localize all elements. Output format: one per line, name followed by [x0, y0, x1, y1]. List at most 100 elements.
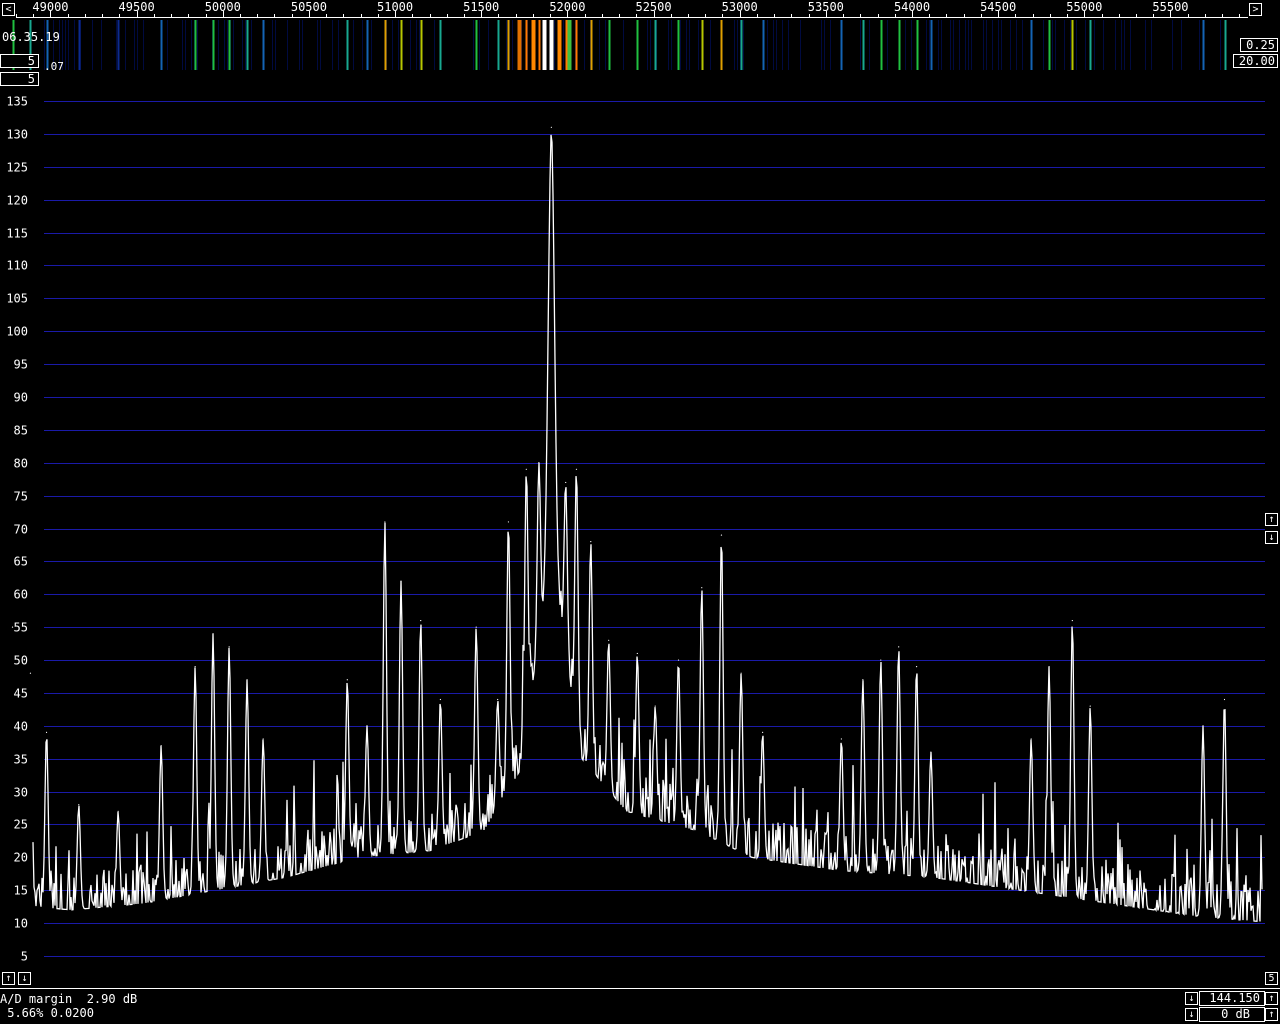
ruler-tick-label: 51500 [463, 0, 499, 14]
db-up-button[interactable]: ↑ [1265, 1008, 1278, 1021]
spectrum-chart[interactable]: 5 10 15 20 25 30 35 40 45 50 55 60 65 70 75 80 85 90 95 100… [0, 86, 1280, 986]
ruler-tick-label: 49500 [119, 0, 155, 14]
y-tick-label: 90 [14, 391, 28, 405]
y-tick-label: 110 [6, 259, 28, 273]
spectrum-peak [538, 462, 540, 464]
y-tick-label: 50 [14, 654, 28, 668]
y-tick-label: 80 [14, 457, 28, 471]
spectrum-peak [590, 541, 592, 543]
y-tick-label: 30 [14, 786, 28, 800]
ruler-tick-label: 54500 [980, 0, 1016, 14]
spectrum-peak [29, 672, 32, 674]
spectrum-peak [400, 580, 402, 582]
status-second-line: 5.66% 0.0200 [0, 1006, 94, 1020]
spectrum-peak [701, 587, 703, 589]
spectrum-peak [497, 698, 499, 701]
spectrum-peak [194, 666, 196, 668]
spectrum-peak [45, 731, 48, 733]
y-tick-label: 100 [6, 325, 28, 339]
zoom-up-button[interactable]: ↑ [1265, 513, 1278, 526]
spectrum-peak [840, 738, 842, 740]
spectrum-peak [246, 679, 248, 681]
y-tick-label: 120 [6, 194, 28, 208]
y-tick-label: 95 [14, 358, 28, 372]
spectrum-peak [575, 468, 578, 470]
spectrum-peak [1089, 705, 1091, 707]
spectrum-peak [212, 633, 214, 635]
spectrum-peak [525, 468, 527, 470]
y-tick-label: 105 [6, 292, 28, 306]
y-tick-label: 135 [6, 95, 28, 109]
spectrum-peak [740, 672, 742, 674]
spectrum-peak [1048, 666, 1050, 668]
average-count-field[interactable]: 5 [0, 54, 39, 68]
spectrum-peak [898, 646, 900, 648]
freq-down-button[interactable]: ↓ [1185, 992, 1198, 1005]
spectrum-peak [366, 725, 368, 727]
y-tick-label: 75 [14, 490, 28, 504]
y-tick-label: 5 [21, 950, 28, 964]
spectrum-peak [565, 481, 567, 484]
spectrum-peak [720, 534, 723, 536]
y-tick-label: 130 [6, 128, 28, 142]
spectrum-peak [160, 744, 162, 747]
y-tick-label: 65 [14, 555, 28, 569]
ruler-tick-label: 50000 [205, 0, 241, 14]
spectrum-peak [762, 731, 764, 733]
waterfall-gain-field[interactable]: 0.25 [1240, 38, 1278, 52]
ruler-tick-label: 53500 [808, 0, 844, 14]
ruler-tick-label: 52500 [635, 0, 671, 14]
spectrum-peak [262, 738, 264, 740]
spectrum-peak [507, 521, 510, 523]
frequency-ruler[interactable]: 49000 49500 50000 50500 51000 51500 52000 52500… [16, 0, 1248, 18]
level-up-button[interactable]: ↑ [2, 972, 15, 985]
waterfall-range-field[interactable]: 20.00 [1233, 54, 1278, 68]
spectrum-peak [930, 751, 932, 753]
spectrum-peak [346, 679, 348, 681]
spectrum-peak [384, 521, 386, 523]
y-tick-label: 85 [14, 424, 28, 438]
spectrum-peak [475, 626, 477, 628]
db-field[interactable]: 0 dB [1199, 1007, 1265, 1022]
frequency-field[interactable]: 144.150 [1199, 991, 1265, 1006]
spectrum-peak [1030, 738, 1032, 740]
spectrum-peak [550, 126, 552, 128]
spectrum-peak [439, 698, 441, 701]
waterfall-display[interactable] [0, 20, 1280, 70]
ruler-tick-label: 51000 [377, 0, 413, 14]
spectrum-peak [880, 659, 882, 661]
y-tick-label: 125 [6, 161, 28, 175]
ruler-tick-label: 50500 [291, 0, 327, 14]
freq-up-button[interactable]: ↑ [1265, 992, 1278, 1005]
spectrum-peak [1071, 619, 1073, 622]
level-down-button[interactable]: ↓ [18, 972, 31, 985]
spectrum-peak [1202, 725, 1204, 727]
ruler-tick-label: 54000 [894, 0, 930, 14]
spectrum-peak [677, 659, 680, 661]
spectrum-trace [32, 134, 1263, 922]
db-down-button[interactable]: ↓ [1185, 1008, 1198, 1021]
ruler-tick-label: 49000 [32, 0, 68, 14]
ruler-tick-label: 55500 [1152, 0, 1188, 14]
y-tick-label: 70 [14, 523, 28, 537]
spectrum-average-field[interactable]: 5 [0, 72, 39, 86]
scroll-left-button[interactable]: < [2, 3, 15, 16]
y-tick-label: 115 [6, 227, 28, 241]
y-tick-label: 20 [14, 851, 28, 865]
spectrum-peak [654, 705, 656, 707]
scroll-right-button[interactable]: > [1249, 3, 1262, 16]
zoom-down-button[interactable]: ↓ [1265, 531, 1278, 544]
spectrum-peak [636, 652, 638, 655]
spectrum-peak [228, 646, 230, 648]
y-tick-label: 45 [14, 687, 28, 701]
spectrum-peak [608, 639, 610, 641]
bottom-right-field[interactable]: 5 [1265, 972, 1278, 985]
y-tick-label: 15 [14, 884, 28, 898]
spectrum-peak [1223, 698, 1226, 701]
y-tick-label: 35 [14, 753, 28, 767]
spectrum-peak [862, 679, 864, 681]
y-tick-label: 60 [14, 588, 28, 602]
y-tick-label: 55 [14, 621, 28, 635]
spectrum-peak [117, 810, 119, 812]
spectrum-peak [915, 666, 918, 668]
